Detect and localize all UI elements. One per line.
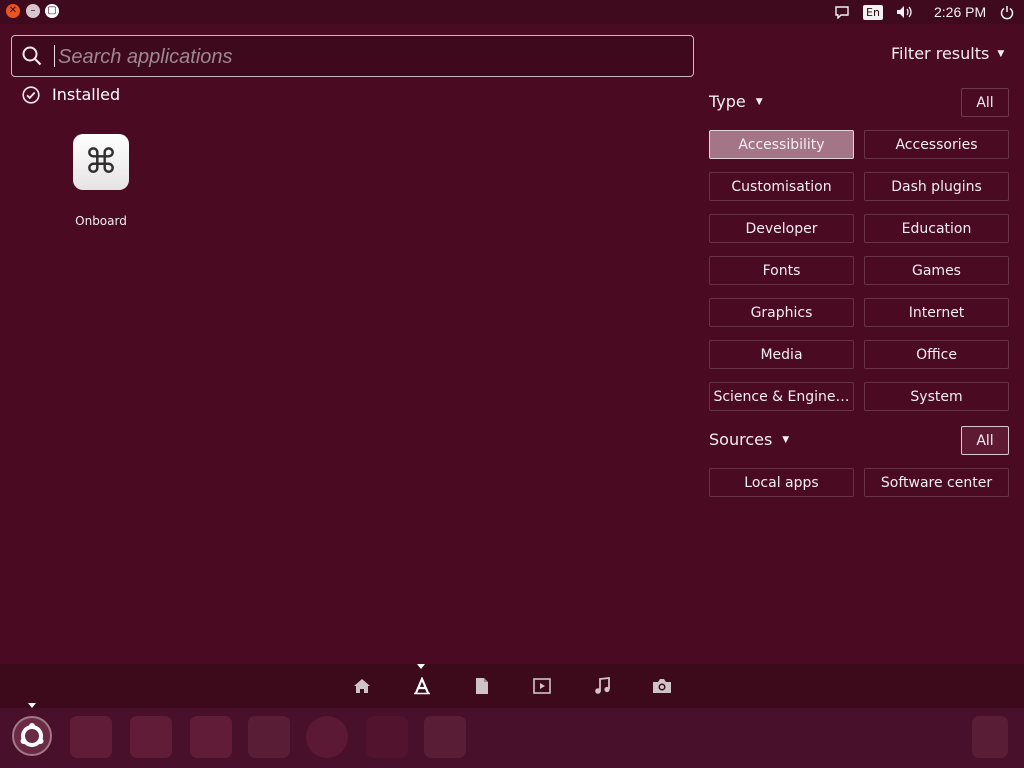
filter-office[interactable]: Office: [864, 340, 1009, 369]
sources-all-button[interactable]: All: [961, 426, 1009, 455]
volume-icon[interactable]: [895, 3, 915, 21]
installed-section-header[interactable]: Installed: [22, 85, 120, 104]
search-box[interactable]: [11, 35, 694, 77]
type-filter-heading[interactable]: Type ▼: [709, 92, 763, 111]
filter-accessibility[interactable]: Accessibility: [709, 130, 854, 159]
command-key-glyph: ⌘: [84, 142, 118, 182]
filter-results-label: Filter results: [891, 44, 990, 63]
dropdown-arrow-icon: ▼: [782, 434, 790, 445]
clock[interactable]: 2:26 PM: [934, 3, 986, 21]
filter-accessories[interactable]: Accessories: [864, 130, 1009, 159]
installed-heading: Installed: [52, 85, 121, 104]
filter-media[interactable]: Media: [709, 340, 854, 369]
filter-local-apps[interactable]: Local apps: [709, 468, 854, 497]
filter-dash-plugins[interactable]: Dash plugins: [864, 172, 1009, 201]
power-icon[interactable]: [999, 3, 1015, 21]
sources-heading-label: Sources: [709, 430, 773, 449]
settings-icon[interactable]: [424, 716, 466, 758]
trash-icon[interactable]: [972, 716, 1008, 758]
command-key-icon: ⌘: [73, 134, 129, 190]
app-tile-onboard[interactable]: ⌘ Onboard: [60, 134, 142, 228]
home-icon[interactable]: [352, 676, 372, 696]
type-all-button[interactable]: All: [961, 88, 1009, 117]
filter-fonts[interactable]: Fonts: [709, 256, 854, 285]
music-icon[interactable]: [592, 676, 612, 696]
launcher-active-indicator: [28, 703, 36, 708]
video-icon[interactable]: [532, 676, 552, 696]
lens-bar: [0, 664, 1024, 708]
chat-icon[interactable]: [834, 3, 850, 21]
files-icon[interactable]: [472, 676, 492, 696]
clock-icon[interactable]: [248, 716, 290, 758]
checkmark-circle-icon: [22, 85, 40, 104]
app-label: Onboard: [75, 214, 127, 228]
type-heading-label: Type: [709, 92, 746, 111]
keyboard-layout-label: En: [863, 4, 883, 20]
filter-system[interactable]: System: [864, 382, 1009, 411]
filter-internet[interactable]: Internet: [864, 298, 1009, 327]
close-window-button[interactable]: ✕: [6, 4, 20, 18]
writer-icon[interactable]: [70, 716, 112, 758]
applications-icon[interactable]: [412, 676, 432, 696]
text-cursor: [54, 45, 55, 67]
filter-customisation[interactable]: Customisation: [709, 172, 854, 201]
top-panel: ✕ – ▢ En 2:26 PM: [0, 0, 1024, 24]
blank-icon[interactable]: [366, 716, 408, 758]
impress-icon[interactable]: [190, 716, 232, 758]
filter-science-engineering[interactable]: Science & Engine…: [709, 382, 854, 411]
minimize-window-button[interactable]: –: [26, 4, 40, 18]
dropdown-arrow-icon: ▼: [997, 48, 1005, 59]
filter-graphics[interactable]: Graphics: [709, 298, 854, 327]
firefox-icon[interactable]: [306, 716, 348, 758]
filter-developer[interactable]: Developer: [709, 214, 854, 243]
dropdown-arrow-icon: ▼: [755, 96, 763, 107]
search-icon: [22, 46, 42, 66]
filter-education[interactable]: Education: [864, 214, 1009, 243]
filter-results-toggle[interactable]: Filter results ▼: [891, 44, 1004, 63]
calc-icon[interactable]: [130, 716, 172, 758]
photos-icon[interactable]: [652, 676, 672, 696]
maximize-window-button[interactable]: ▢: [45, 4, 59, 18]
keyboard-layout-indicator[interactable]: En: [863, 3, 883, 21]
active-lens-indicator: [417, 664, 425, 669]
ubuntu-dash-icon[interactable]: [10, 714, 54, 758]
search-input[interactable]: [56, 40, 680, 74]
sources-filter-heading[interactable]: Sources ▼: [709, 430, 789, 449]
launcher: [0, 708, 1024, 768]
filter-software-center[interactable]: Software center: [864, 468, 1009, 497]
filter-games[interactable]: Games: [864, 256, 1009, 285]
